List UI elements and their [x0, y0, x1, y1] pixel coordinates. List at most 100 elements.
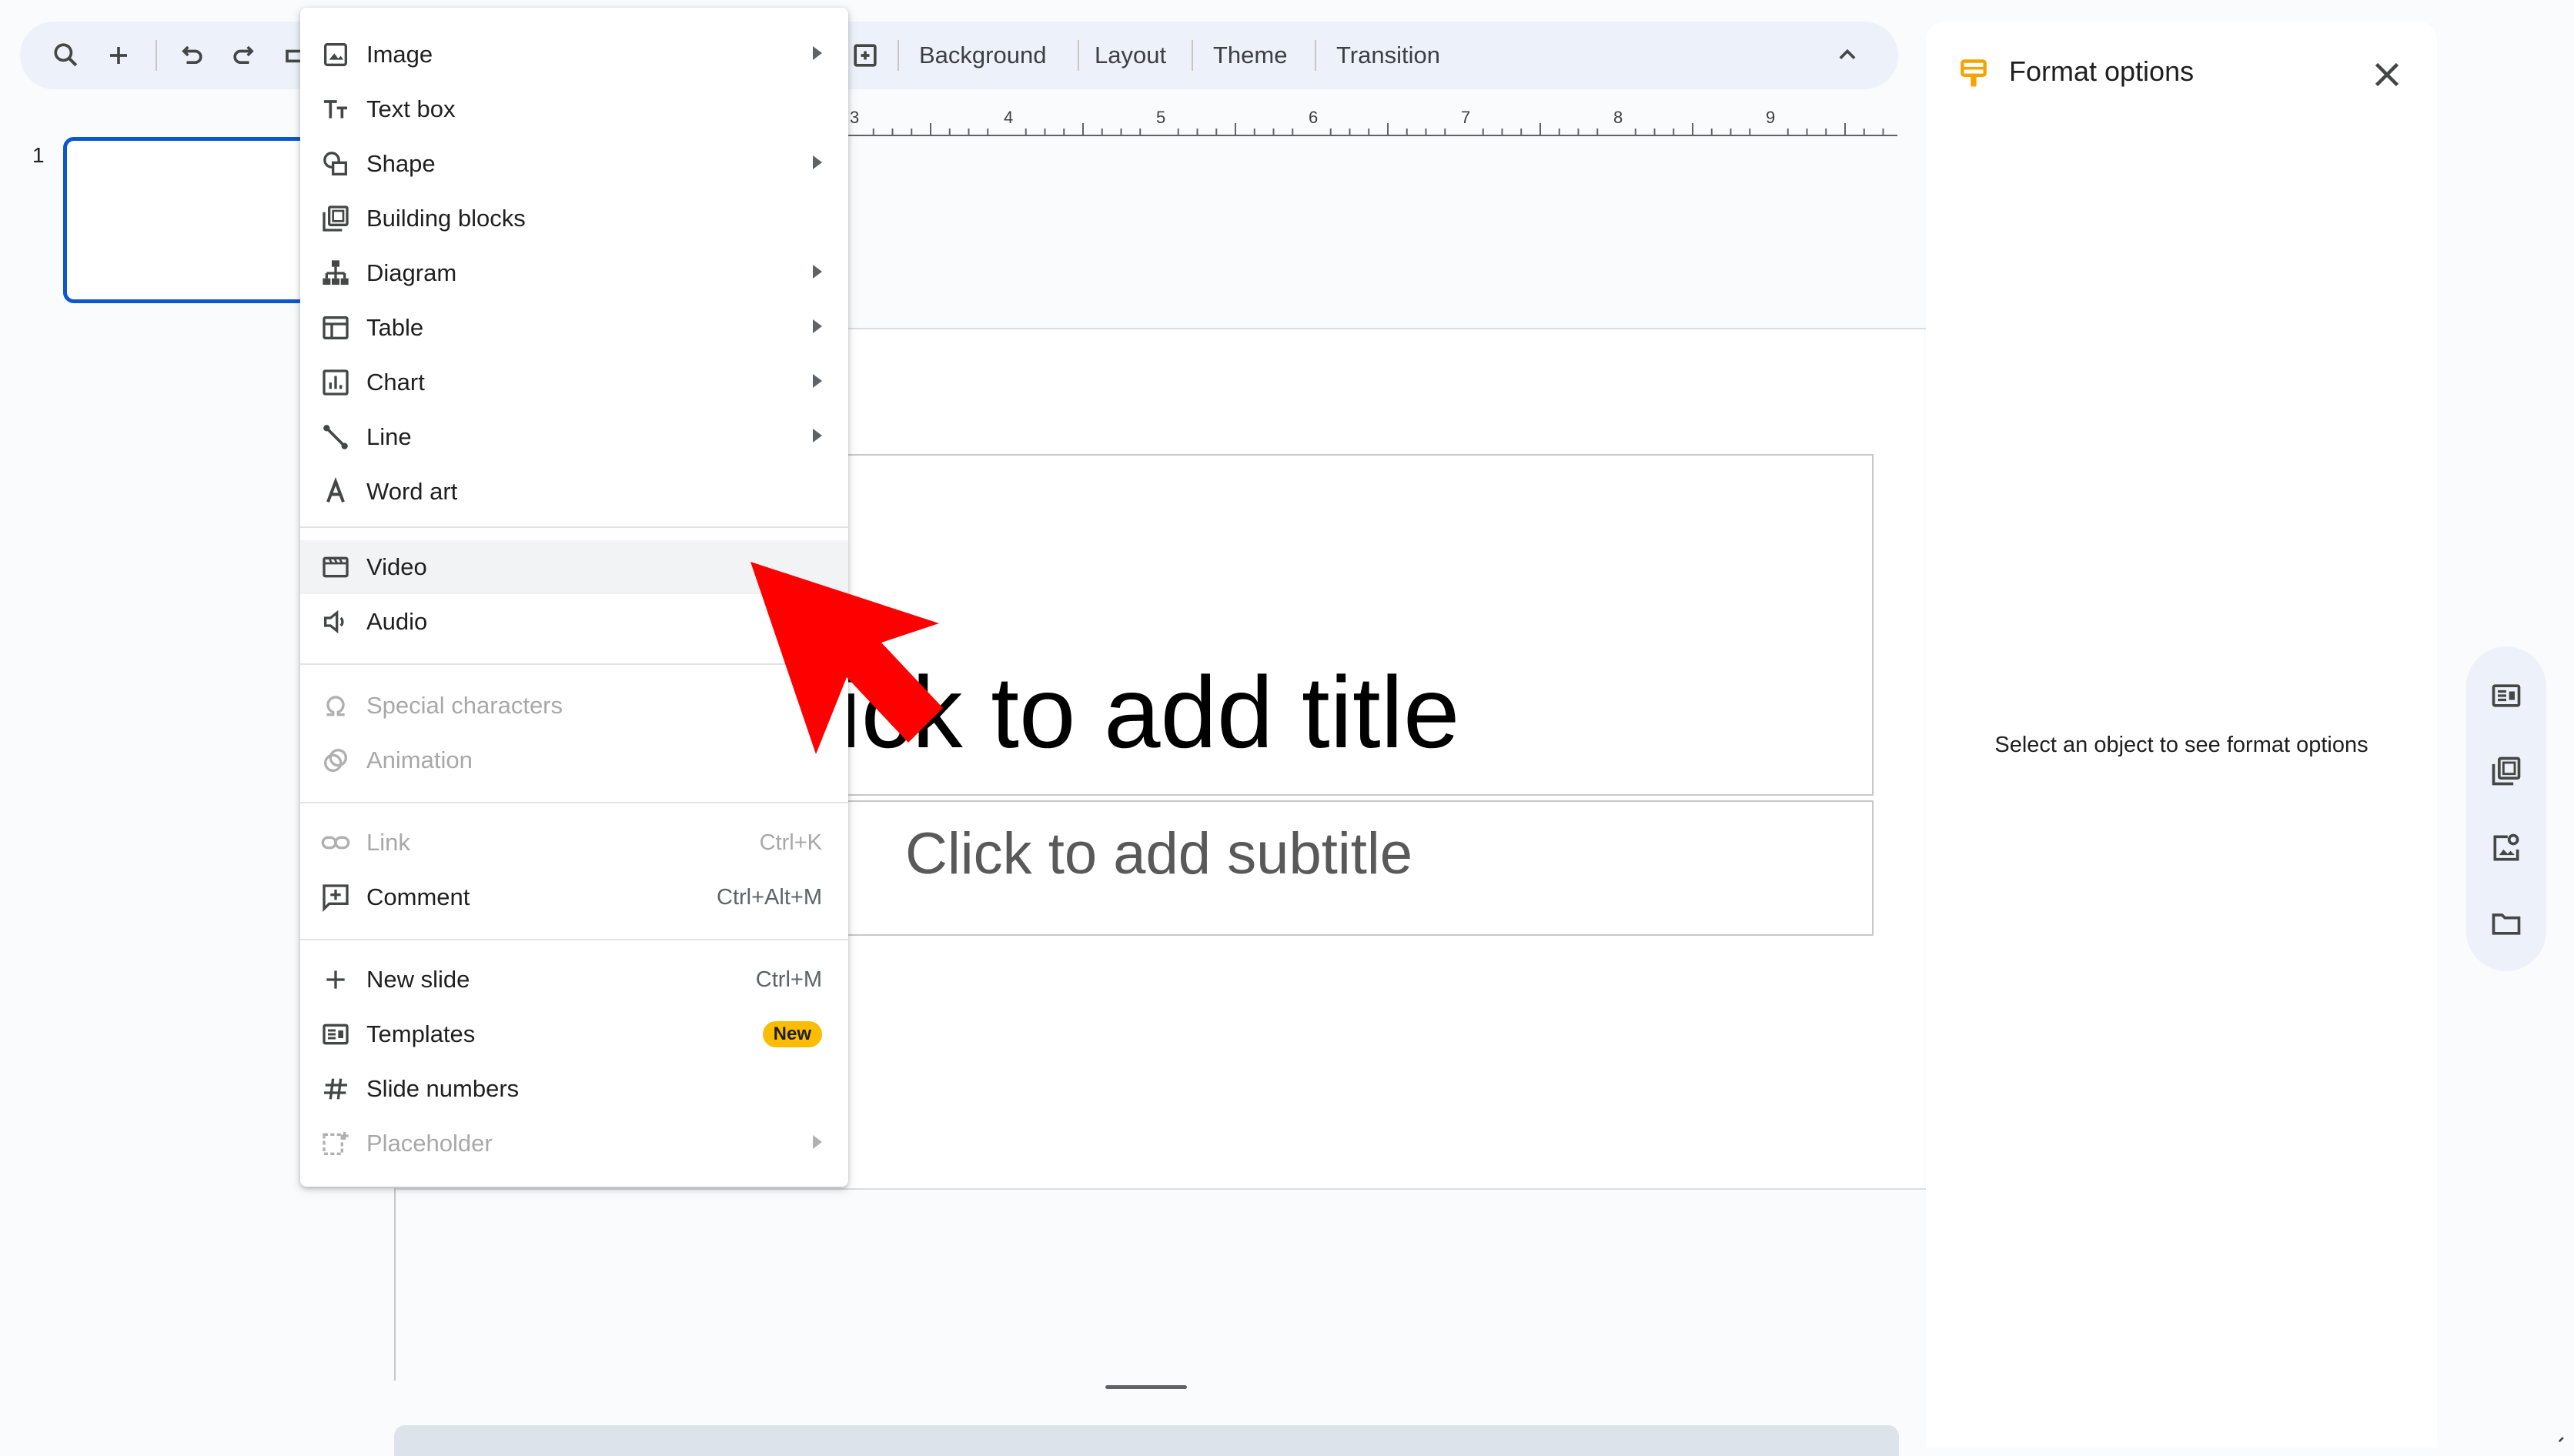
menu-item-building-blocks[interactable]: Building blocks — [300, 192, 848, 245]
side-rail — [2466, 646, 2546, 971]
image-icon — [320, 39, 351, 70]
menu-item-label: Slide numbers — [366, 1075, 520, 1102]
panel-empty-message: Select an object to see format options — [1994, 733, 2368, 757]
menu-item-slide-numbers[interactable]: Slide numbers — [300, 1062, 848, 1116]
omega-icon — [320, 690, 351, 721]
menu-item-label: Text box — [366, 95, 456, 122]
ruler-number: 8 — [1613, 108, 1623, 127]
menu-item-line[interactable]: Line — [300, 410, 848, 464]
transition-button[interactable]: Transition — [1336, 40, 1440, 71]
menu-item-image[interactable]: Image — [300, 28, 848, 82]
menu-item-placeholder[interactable]: Placeholder — [300, 1117, 848, 1170]
menu-item-label: Chart — [366, 369, 425, 396]
ruler-number: 4 — [1004, 108, 1014, 127]
placeholder-icon — [320, 1128, 351, 1159]
submenu-arrow-icon — [813, 429, 822, 442]
search-icon[interactable] — [49, 38, 83, 72]
horizontal-ruler: 3 4 5 6 7 8 9 — [847, 100, 1897, 139]
toolbar-separator — [1315, 40, 1316, 71]
menu-item-templates[interactable]: Templates New — [300, 1007, 848, 1061]
new-slide-icon[interactable] — [848, 38, 882, 72]
folder-icon[interactable] — [2489, 907, 2523, 940]
templates-icon — [320, 1019, 351, 1050]
menu-item-diagram[interactable]: Diagram — [300, 246, 848, 300]
ruler-number: 5 — [1156, 108, 1166, 127]
hash-icon — [320, 1074, 351, 1104]
theme-button[interactable]: Theme — [1213, 40, 1287, 71]
toolbar-separator — [1078, 40, 1079, 71]
text-box-icon — [320, 94, 351, 125]
notes-resize-handle[interactable] — [1105, 1385, 1187, 1389]
toolbar-separator — [155, 40, 157, 71]
comment-icon — [320, 882, 351, 913]
red-pointer-arrow — [731, 539, 962, 770]
submenu-arrow-icon — [813, 1135, 822, 1149]
menu-item-shortcut: Ctrl+Alt+M — [717, 885, 822, 910]
menu-item-word-art[interactable]: Word art — [300, 465, 848, 519]
menu-item-shortcut: Ctrl+M — [755, 967, 822, 992]
menu-item-label: Placeholder — [366, 1130, 493, 1157]
toolbar-separator — [1192, 40, 1193, 71]
undo-icon[interactable] — [174, 38, 208, 72]
new-badge: New — [762, 1021, 822, 1047]
menu-item-new-slide[interactable]: New slide Ctrl+M — [300, 953, 848, 1007]
video-icon — [320, 552, 351, 583]
word-art-icon — [320, 476, 351, 507]
expand-panel-icon[interactable] — [2546, 1424, 2574, 1448]
menu-divider — [300, 802, 848, 803]
menu-divider — [300, 526, 848, 528]
menu-item-chart[interactable]: Chart — [300, 356, 848, 409]
menu-item-label: Image — [366, 41, 433, 68]
layout-button[interactable]: Layout — [1095, 40, 1166, 71]
slide-number: 1 — [32, 143, 45, 167]
background-button[interactable]: Background — [919, 40, 1046, 71]
menu-item-label: Link — [366, 829, 410, 856]
menu-item-label: Audio — [366, 608, 428, 635]
submenu-arrow-icon — [813, 155, 822, 169]
menu-item-label: Animation — [366, 746, 473, 773]
menu-item-label: Templates — [366, 1020, 476, 1047]
menu-item-label: Line — [366, 423, 412, 450]
bottom-scrollbar[interactable] — [394, 1425, 1899, 1456]
menu-item-shortcut: Ctrl+K — [759, 830, 822, 855]
paint-format-icon — [1957, 57, 1991, 91]
menu-item-link[interactable]: Link Ctrl+K — [300, 816, 848, 870]
audio-icon — [320, 606, 351, 637]
menu-item-text-box[interactable]: Text box — [300, 82, 848, 136]
submenu-arrow-icon — [813, 46, 822, 60]
menu-item-label: Comment — [366, 883, 470, 910]
image-search-icon[interactable] — [2489, 831, 2523, 865]
menu-item-label: Word art — [366, 478, 458, 505]
add-icon[interactable] — [102, 38, 135, 72]
templates-rail-icon[interactable] — [2489, 679, 2523, 713]
ruler-number: 6 — [1309, 108, 1319, 127]
menu-item-label: Shape — [366, 150, 436, 177]
toolbar-separator — [898, 40, 899, 71]
canvas-bottom-edge — [394, 1188, 1926, 1190]
menu-item-label: Video — [366, 553, 427, 580]
animation-icon — [320, 745, 351, 776]
menu-item-table[interactable]: Table — [300, 301, 848, 355]
subtitle-placeholder-text[interactable]: Click to add subtitle — [905, 820, 1412, 887]
redo-icon[interactable] — [228, 38, 262, 72]
slide-thumbnail[interactable] — [63, 137, 309, 303]
shape-icon — [320, 149, 351, 179]
menu-divider — [300, 939, 848, 940]
diagram-icon — [320, 258, 351, 289]
close-icon[interactable] — [2366, 54, 2408, 95]
menu-item-comment[interactable]: Comment Ctrl+Alt+M — [300, 870, 848, 924]
link-icon — [320, 827, 351, 858]
plus-icon — [320, 964, 351, 995]
menu-item-label: New slide — [366, 966, 470, 993]
ruler-number: 3 — [850, 108, 860, 127]
ruler-number: 9 — [1766, 108, 1776, 127]
chart-icon — [320, 367, 351, 398]
menu-item-shape[interactable]: Shape — [300, 137, 848, 191]
format-options-panel: Format options Select an object to see f… — [1926, 22, 2437, 1448]
menu-item-label: Table — [366, 314, 424, 341]
submenu-arrow-icon — [813, 265, 822, 279]
menu-item-label: Special characters — [366, 692, 563, 719]
table-icon — [320, 312, 351, 343]
building-blocks-rail-icon[interactable] — [2489, 754, 2523, 788]
collapse-toolbar-icon[interactable] — [1830, 38, 1864, 72]
